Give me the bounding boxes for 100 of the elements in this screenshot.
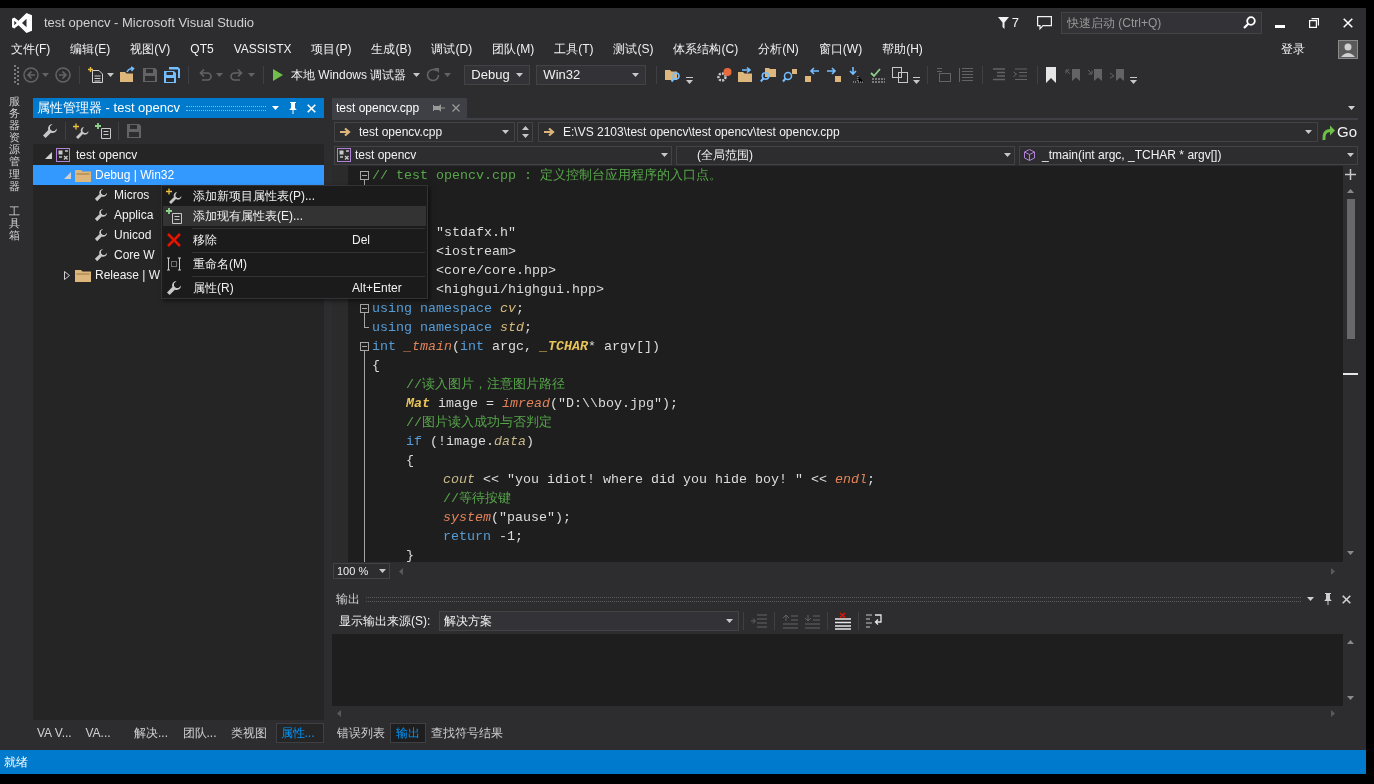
platform-dropdown[interactable]: Win32 bbox=[536, 65, 647, 85]
menu-item[interactable]: 重命名(M) bbox=[163, 254, 426, 274]
start-debugging-button[interactable]: 本地 Windows 调试器 bbox=[269, 64, 423, 86]
plus-icon[interactable] bbox=[1345, 169, 1356, 180]
caret-icon[interactable] bbox=[1348, 106, 1355, 110]
tree-item[interactable]: Release | W bbox=[61, 265, 161, 285]
tree-item[interactable]: Micros bbox=[80, 185, 150, 205]
pin-icon[interactable] bbox=[1324, 593, 1332, 605]
side-tab[interactable]: 服务器资源管理器 bbox=[9, 95, 20, 192]
overflow-icon[interactable] bbox=[1130, 76, 1138, 84]
member-dropdown[interactable]: _tmain(int argc, _TCHAR * argv[]) bbox=[1019, 145, 1358, 165]
output-source-dropdown[interactable]: 解决方案 bbox=[439, 611, 740, 631]
funnel-icon[interactable] bbox=[997, 17, 1009, 29]
menu-item[interactable]: 帮助(H) bbox=[872, 40, 933, 58]
search-icon[interactable] bbox=[1243, 16, 1256, 29]
caret-icon[interactable] bbox=[413, 73, 421, 77]
clear-icon[interactable] bbox=[835, 613, 852, 629]
title-grip[interactable] bbox=[366, 596, 1301, 602]
configuration-dropdown[interactable]: Debug bbox=[464, 65, 531, 85]
caret-icon[interactable] bbox=[516, 73, 524, 77]
quick-launch-field[interactable]: 快速启动 (Ctrl+Q) bbox=[1061, 12, 1262, 34]
menu-item[interactable]: 编辑(E) bbox=[60, 40, 121, 58]
folder-arrow-icon[interactable] bbox=[738, 67, 755, 83]
scope-dropdown[interactable]: (全局范围) bbox=[676, 145, 1015, 165]
down-arrow-icon[interactable] bbox=[1347, 696, 1354, 700]
path-dropdown[interactable]: E:\VS 2103\test opencv\test opencv\test opencv.cpp bbox=[538, 122, 1318, 142]
caret-icon[interactable] bbox=[1004, 153, 1011, 157]
panel-tab[interactable]: VA V... bbox=[33, 723, 82, 743]
caret-icon[interactable] bbox=[632, 73, 640, 77]
tree-item[interactable]: test opencv bbox=[42, 145, 138, 165]
panel-tab[interactable]: 输出 bbox=[390, 723, 426, 743]
add-document-icon[interactable] bbox=[95, 123, 111, 139]
arrow-left-icon[interactable] bbox=[804, 67, 821, 83]
panel-tab[interactable]: 解决... bbox=[130, 723, 179, 743]
new-document-icon[interactable] bbox=[88, 67, 104, 83]
file-dropdown[interactable]: test opencv.cpp bbox=[334, 122, 515, 142]
side-tab[interactable]: 工具箱 bbox=[9, 204, 20, 242]
menu-item[interactable]: 生成(B) bbox=[361, 40, 422, 58]
arrow-down-icon[interactable] bbox=[848, 67, 865, 83]
wrench-sparkle-icon[interactable] bbox=[73, 123, 89, 139]
pin-icon[interactable] bbox=[289, 102, 297, 114]
close-icon[interactable] bbox=[1342, 594, 1351, 604]
panel-tab[interactable]: 错误列表 bbox=[332, 723, 390, 743]
panel-tab[interactable]: 属性... bbox=[275, 723, 324, 743]
down-arrow-icon[interactable] bbox=[1347, 551, 1354, 555]
menu-item[interactable]: 项目(P) bbox=[301, 40, 362, 58]
folder-magnifier-icon[interactable] bbox=[760, 67, 777, 83]
go-button[interactable]: Go bbox=[1320, 122, 1358, 142]
tree-item[interactable]: Core W bbox=[80, 245, 155, 265]
open-folder-icon[interactable] bbox=[120, 67, 136, 83]
gear-icon[interactable] bbox=[716, 67, 733, 83]
folder-search-icon[interactable] bbox=[665, 67, 682, 83]
caret-down-icon[interactable] bbox=[521, 134, 529, 138]
menu-item[interactable]: 移除 Del bbox=[163, 230, 426, 250]
caret-icon[interactable] bbox=[107, 73, 114, 77]
panel-tab[interactable]: VA... bbox=[81, 723, 130, 743]
copy-icon[interactable] bbox=[892, 67, 909, 83]
menu-item[interactable]: 添加现有属性表(E)... bbox=[163, 206, 426, 226]
caret-up-icon[interactable] bbox=[521, 126, 529, 130]
scrollbar-thumb[interactable] bbox=[1346, 199, 1355, 339]
caret-icon[interactable] bbox=[502, 130, 509, 134]
arrow-right-icon[interactable] bbox=[826, 67, 843, 83]
restore-icon[interactable] bbox=[1309, 18, 1319, 28]
pin-icon[interactable] bbox=[433, 104, 446, 112]
overflow-icon[interactable] bbox=[686, 76, 694, 84]
menu-item[interactable]: 工具(T) bbox=[544, 40, 604, 58]
menu-item[interactable]: QT5 bbox=[180, 40, 224, 58]
toolbar-grip[interactable] bbox=[14, 65, 19, 85]
caret-icon[interactable] bbox=[726, 619, 734, 623]
zoom-dropdown[interactable]: 100 % bbox=[333, 563, 390, 579]
editor-tab[interactable]: test opencv.cpp bbox=[332, 98, 468, 118]
project-dropdown[interactable]: test opencv bbox=[334, 145, 672, 165]
minimize-icon[interactable] bbox=[1275, 24, 1285, 28]
overflow-icon[interactable] bbox=[913, 76, 921, 84]
up-arrow-icon[interactable] bbox=[1347, 640, 1354, 644]
menu-item[interactable]: 体系结构(C) bbox=[663, 40, 749, 58]
wrench-icon[interactable] bbox=[42, 123, 58, 139]
caret-icon[interactable] bbox=[379, 569, 386, 573]
user-icon[interactable] bbox=[1338, 39, 1358, 59]
menu-item[interactable]: 属性(R) Alt+Enter bbox=[163, 278, 426, 298]
caret-icon[interactable] bbox=[1305, 130, 1312, 134]
magnifier-icon[interactable] bbox=[782, 67, 799, 83]
speech-bubble-icon[interactable] bbox=[1037, 16, 1052, 30]
collapse-icon[interactable] bbox=[360, 304, 369, 313]
up-arrow-icon[interactable] bbox=[1347, 189, 1354, 193]
caret-icon[interactable] bbox=[1307, 597, 1314, 601]
menu-item[interactable]: VASSISTX bbox=[223, 40, 302, 58]
menu-item[interactable]: 文件(F) bbox=[1, 40, 61, 58]
caret-icon[interactable] bbox=[272, 106, 279, 110]
menu-item[interactable]: 视图(V) bbox=[120, 40, 181, 58]
menu-item[interactable]: 窗口(W) bbox=[808, 40, 873, 58]
title-grip[interactable] bbox=[186, 105, 266, 111]
panel-tab[interactable]: 查找符号结果 bbox=[426, 723, 508, 743]
sign-in-link[interactable]: 登录 bbox=[1281, 40, 1305, 58]
wrap-icon[interactable] bbox=[866, 613, 883, 629]
tree-item[interactable]: Unicod bbox=[80, 225, 152, 245]
panel-tab[interactable]: 类视图 bbox=[227, 723, 276, 743]
menu-item[interactable]: 添加新项目属性表(P)... bbox=[163, 186, 426, 206]
collapsed-arrow-icon[interactable] bbox=[64, 270, 70, 280]
notification-count[interactable]: 7 bbox=[1011, 13, 1019, 33]
